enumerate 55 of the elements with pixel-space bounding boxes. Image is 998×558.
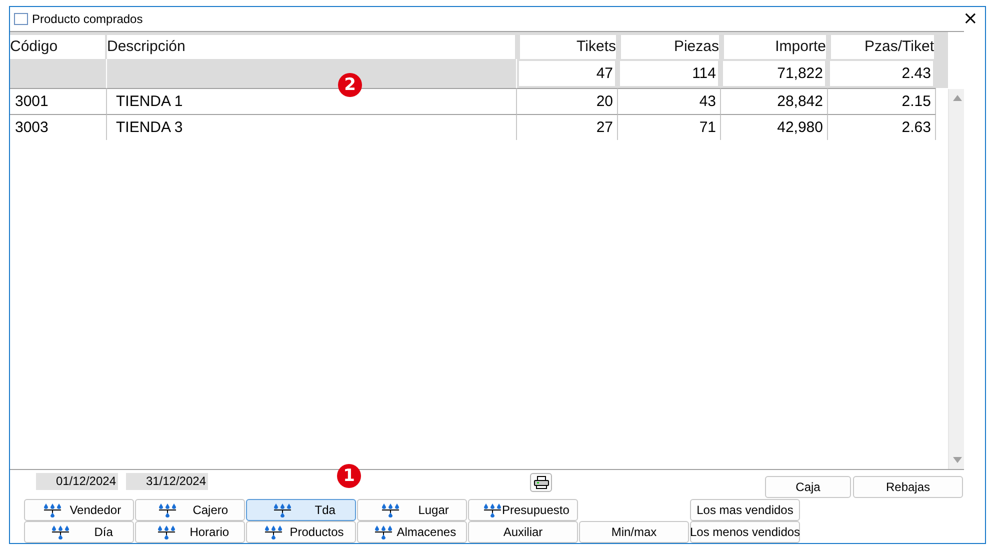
print-button[interactable] xyxy=(530,473,552,492)
table-cell: 42,980 xyxy=(721,114,828,140)
action-button[interactable]: Caja xyxy=(765,476,851,498)
hierarchy-icon xyxy=(483,502,502,518)
hierarchy-icon xyxy=(158,502,177,518)
report-button[interactable]: Horario xyxy=(135,521,245,543)
scroll-down-icon[interactable] xyxy=(953,457,962,463)
report-button[interactable]: Lugar xyxy=(357,499,467,521)
column-header[interactable]: Código xyxy=(10,35,105,59)
table-cell: 3003 xyxy=(10,114,107,140)
hierarchy-icon xyxy=(272,502,292,518)
table-cell: 71 xyxy=(618,114,721,140)
window-title: Producto comprados xyxy=(32,12,144,26)
report-button[interactable]: Tda xyxy=(246,499,356,521)
report-button[interactable]: Día xyxy=(24,521,134,543)
report-button[interactable]: Productos xyxy=(246,521,356,543)
date-field[interactable]: 31/12/2024 xyxy=(126,473,208,490)
hierarchy-icon xyxy=(156,524,176,540)
column-header[interactable]: Tikets xyxy=(520,35,616,59)
date-field[interactable]: 01/12/2024 xyxy=(36,473,118,490)
table-cell: 43 xyxy=(618,88,721,114)
table-cell: 28,842 xyxy=(721,88,828,114)
report-button[interactable]: Presupuesto xyxy=(468,499,578,521)
hierarchy-icon xyxy=(51,524,70,540)
table-cell: TIENDA 3 xyxy=(107,114,517,140)
hierarchy-icon xyxy=(264,524,284,540)
report-button[interactable]: Los mas vendidos xyxy=(690,499,800,521)
table-cell: 20 xyxy=(517,88,618,114)
table-cell: 3001 xyxy=(10,88,107,114)
column-header[interactable]: Importe xyxy=(724,35,826,59)
hierarchy-icon xyxy=(381,502,400,518)
report-button[interactable]: Min/max xyxy=(579,521,689,543)
action-button[interactable]: Rebajas xyxy=(853,476,963,498)
annotation-badge: 2 xyxy=(338,73,362,97)
annotation-badge: 1 xyxy=(337,464,361,488)
printer-icon xyxy=(534,476,548,489)
column-header[interactable]: Pzas/Tiket xyxy=(831,35,934,59)
total-value: 47 xyxy=(519,61,615,86)
window-icon xyxy=(14,13,28,25)
report-button[interactable]: Los menos vendidos xyxy=(690,521,800,543)
column-header[interactable]: Descripción xyxy=(107,35,515,59)
table-cell: 27 xyxy=(517,114,618,140)
close-button[interactable]: × xyxy=(960,10,981,28)
scrollbar[interactable] xyxy=(948,89,964,469)
hierarchy-icon xyxy=(42,502,62,518)
hierarchy-icon xyxy=(374,524,393,540)
report-button[interactable]: Vendedor xyxy=(24,499,134,521)
scroll-up-icon[interactable] xyxy=(953,95,962,101)
column-header[interactable]: Piezas xyxy=(621,35,719,59)
report-button[interactable]: Cajero xyxy=(135,499,245,521)
total-value: 71,822 xyxy=(723,61,825,86)
report-button[interactable]: Auxiliar xyxy=(468,521,578,543)
total-value: 2.43 xyxy=(830,61,933,86)
total-value: 114 xyxy=(620,61,718,86)
report-button[interactable]: Almacenes xyxy=(357,521,467,543)
